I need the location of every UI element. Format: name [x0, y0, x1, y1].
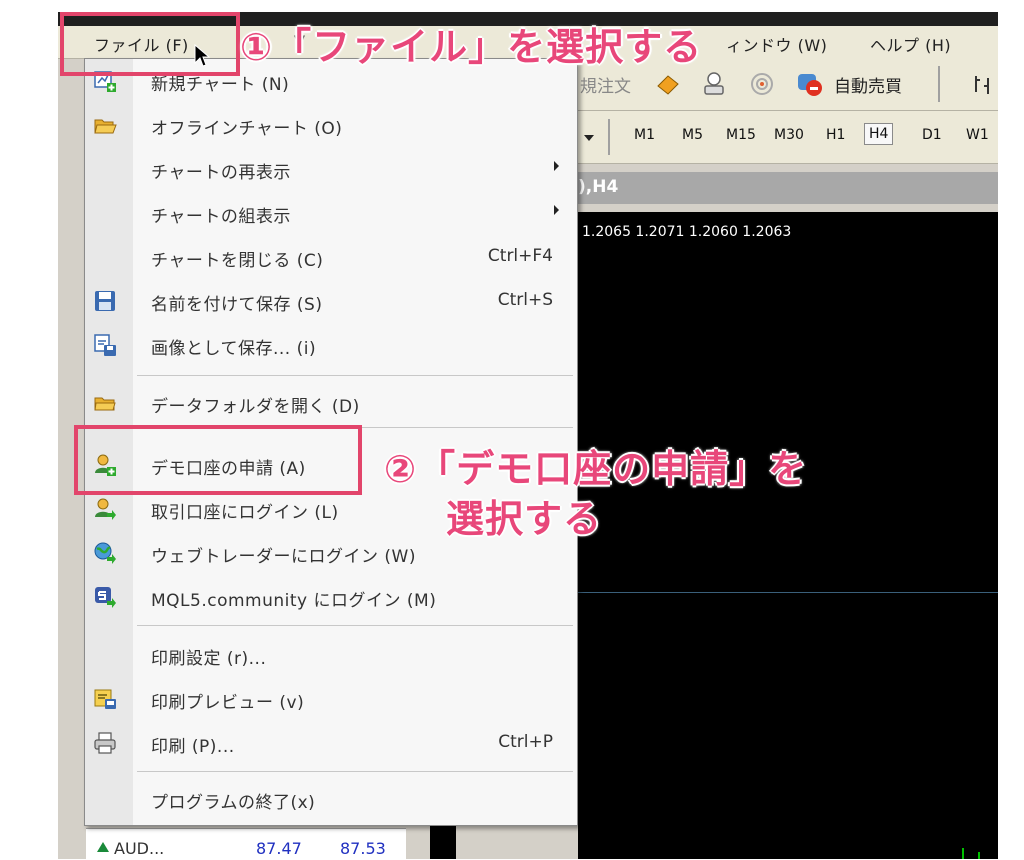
- volume-bar: [962, 848, 964, 859]
- menu-item-chart-refresh[interactable]: チャートの再表示: [85, 149, 577, 189]
- menu-item-label: チャートを閉じる (C): [151, 251, 324, 271]
- user-login-icon: [95, 498, 116, 520]
- annotation-step-2-line2: 選択する: [446, 497, 603, 541]
- menu-help[interactable]: ヘルプ (H): [870, 32, 951, 56]
- timeframe-w1[interactable]: W1: [966, 127, 989, 143]
- market-watch-bid: 87.47: [256, 839, 302, 858]
- arrow-up-icon: [97, 842, 109, 852]
- timeframe-m15[interactable]: M15: [726, 127, 756, 143]
- menu-item-label: 印刷 (P)...: [151, 737, 235, 757]
- menu-item-offline-chart[interactable]: オフラインチャート (O): [85, 105, 577, 145]
- chart-area[interactable]: 1.2065 1.2071 1.2060 1.2063: [578, 212, 998, 859]
- menu-separator: [137, 771, 573, 772]
- menu-item-label: 画像として保存... (i): [151, 339, 317, 359]
- menu-item-save-image[interactable]: 画像として保存... (i): [85, 325, 577, 365]
- menu-item-label: プログラムの終了(x): [151, 793, 316, 813]
- menu-separator: [137, 625, 573, 626]
- menu-item-chart-arrange[interactable]: チャートの組表示: [85, 193, 577, 233]
- chart-title: ),H4: [578, 177, 619, 197]
- menu-item-close-chart[interactable]: チャートを閉じる (C) Ctrl+F4: [85, 237, 577, 277]
- menu-item-save-as[interactable]: 名前を付けて保存 (S) Ctrl+S: [85, 281, 577, 321]
- menu-item-shortcut: Ctrl+S: [497, 290, 553, 310]
- highlight-file-menu: [60, 12, 240, 76]
- menu-item-exit[interactable]: プログラムの終了(x): [85, 779, 577, 819]
- volume-bar: [978, 852, 980, 859]
- menu-item-label: チャートの再表示: [151, 163, 291, 183]
- menu-item-print-setup[interactable]: 印刷設定 (r)...: [85, 635, 577, 675]
- menu-item-shortcut: Ctrl+P: [498, 732, 553, 752]
- chart-title-bar[interactable]: ),H4: [578, 172, 998, 204]
- annotation-step-2-line1: ②「デモ口座の申請」を: [384, 447, 808, 491]
- timeframe-m1[interactable]: M1: [634, 127, 655, 143]
- panel-divider: [430, 825, 456, 859]
- menu-item-label: 印刷設定 (r)...: [151, 649, 267, 669]
- mql5-login-icon: [95, 587, 116, 608]
- menu-item-open-data-folder[interactable]: データフォルダを開く (D): [85, 383, 577, 423]
- highlight-demo-account: [74, 425, 362, 495]
- signals-icon[interactable]: [748, 70, 776, 98]
- timeframe-h1[interactable]: H1: [826, 127, 845, 143]
- submenu-arrow-icon: [554, 205, 559, 215]
- timeframe-d1[interactable]: D1: [922, 127, 942, 143]
- folder-icon: [94, 397, 116, 411]
- printer-icon: [94, 732, 116, 754]
- menu-item-label: MQL5.community にログイン (M): [151, 591, 437, 611]
- timeframe-m30[interactable]: M30: [774, 127, 804, 143]
- menu-item-label: 取引口座にログイン (L): [151, 503, 339, 523]
- market-watch-symbol: AUD...: [114, 839, 165, 858]
- toolbar-timeframes: M1 M5 M15 M30 H1 H4 D1 W1: [578, 111, 998, 164]
- market-watch-ask: 87.53: [340, 839, 386, 858]
- menu-separator: [137, 375, 573, 376]
- auto-trading-icon[interactable]: [794, 68, 824, 98]
- menu-item-print[interactable]: 印刷 (P)... Ctrl+P: [85, 723, 577, 763]
- timeframe-m5[interactable]: M5: [682, 127, 703, 143]
- menu-window[interactable]: ィンドウ (W): [726, 32, 827, 56]
- menu-item-label: チャートの組表示: [151, 207, 291, 227]
- menu-item-label: オフラインチャート (O): [151, 119, 343, 139]
- menu-item-label: データフォルダを開く (D): [151, 397, 360, 417]
- toolbar-separator: [938, 66, 940, 102]
- open-folder-icon: [94, 119, 117, 134]
- new-order-button[interactable]: 規注文: [580, 72, 631, 97]
- menu-item-label: ウェブトレーダーにログイン (W): [151, 547, 416, 567]
- menu-item-shortcut: Ctrl+F4: [487, 246, 553, 266]
- globe-login-icon: [94, 542, 116, 564]
- save-image-icon: [94, 334, 116, 356]
- price-line: [578, 592, 998, 593]
- menu-item-print-preview[interactable]: 印刷プレビュー (v): [85, 679, 577, 719]
- trader-icon[interactable]: [700, 70, 728, 98]
- timeframe-h4[interactable]: H4: [864, 123, 894, 145]
- menu-item-login-mql5[interactable]: MQL5.community にログイン (M): [85, 577, 577, 617]
- print-preview-icon: [94, 689, 116, 709]
- toolbar-separator: [608, 119, 610, 155]
- annotation-step-1: ①「ファイル」を選択する: [240, 25, 703, 69]
- bar-chart-icon[interactable]: [970, 72, 996, 96]
- menu-item-label: 印刷プレビュー (v): [151, 693, 305, 713]
- save-icon: [95, 291, 115, 311]
- market-watch-row[interactable]: AUD... 87.47 87.53: [86, 828, 406, 860]
- auto-trading-button[interactable]: 自動売買: [834, 72, 902, 97]
- chevron-down-icon[interactable]: [582, 133, 596, 143]
- submenu-arrow-icon: [554, 161, 559, 171]
- chart-ohlc-values: 1.2065 1.2071 1.2060 1.2063: [582, 224, 792, 240]
- menu-item-label: 名前を付けて保存 (S): [151, 295, 323, 315]
- strategy-tester-icon[interactable]: [654, 72, 682, 96]
